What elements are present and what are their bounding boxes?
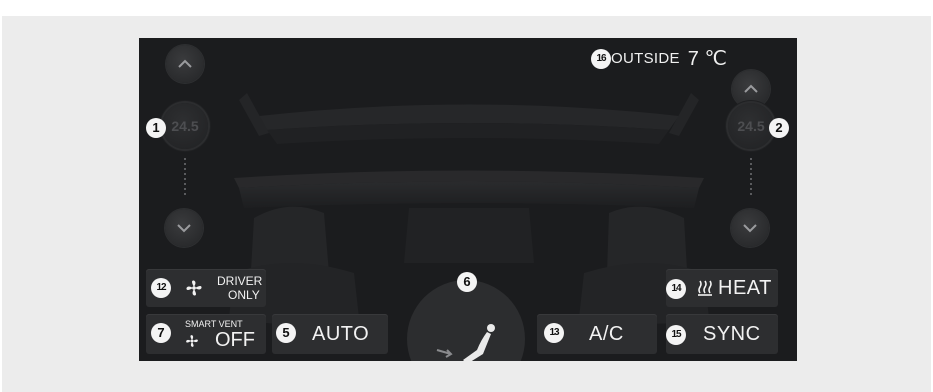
left-temp-display: 24.5 bbox=[162, 103, 208, 149]
climate-control-screen: 24.5 24.5 16 OUTSIDE 7 ℃ DRIVER ONLY SMA… bbox=[139, 38, 797, 361]
left-temp-down-button[interactable] bbox=[165, 209, 203, 247]
outside-value: 7 ℃ bbox=[687, 48, 727, 70]
fan-icon bbox=[186, 335, 198, 347]
callout-6: 6 bbox=[457, 272, 477, 292]
callout-12: 12 bbox=[151, 278, 171, 298]
auto-label: AUTO bbox=[312, 323, 370, 345]
ac-label: A/C bbox=[589, 323, 624, 345]
driver-only-line2: ONLY bbox=[228, 288, 260, 302]
callout-7: 7 bbox=[151, 323, 171, 343]
airflow-mode-icon bbox=[436, 324, 495, 361]
fan-icon bbox=[186, 280, 202, 296]
callout-13: 13 bbox=[544, 323, 564, 343]
driver-only-line1: DRIVER bbox=[217, 274, 263, 288]
heat-label: HEAT bbox=[718, 277, 772, 299]
outside-label: OUTSIDE bbox=[611, 50, 680, 67]
outside-temperature: 16 OUTSIDE 7 ℃ bbox=[591, 46, 727, 71]
chevron-up-icon bbox=[178, 59, 192, 68]
right-temp-display: 24.5 bbox=[728, 103, 774, 149]
right-temp-down-button[interactable] bbox=[731, 209, 769, 247]
chevron-down-icon bbox=[177, 224, 191, 233]
callout-1: 1 bbox=[146, 118, 166, 138]
chevron-down-icon bbox=[743, 224, 757, 233]
callout-5: 5 bbox=[276, 323, 296, 343]
chevron-up-icon bbox=[744, 84, 758, 93]
callout-15: 15 bbox=[666, 325, 686, 345]
callout-16: 16 bbox=[591, 48, 611, 69]
right-temp-scale bbox=[750, 158, 752, 196]
smart-vent-line1: SMART VENT bbox=[185, 319, 243, 329]
callout-14: 14 bbox=[666, 279, 686, 299]
smart-vent-line2: OFF bbox=[215, 329, 255, 351]
left-temp-scale bbox=[184, 158, 186, 196]
left-temp-up-button[interactable] bbox=[166, 45, 204, 83]
callout-2: 2 bbox=[769, 118, 789, 138]
seat-heat-icon bbox=[698, 280, 712, 296]
sync-label: SYNC bbox=[703, 323, 761, 345]
